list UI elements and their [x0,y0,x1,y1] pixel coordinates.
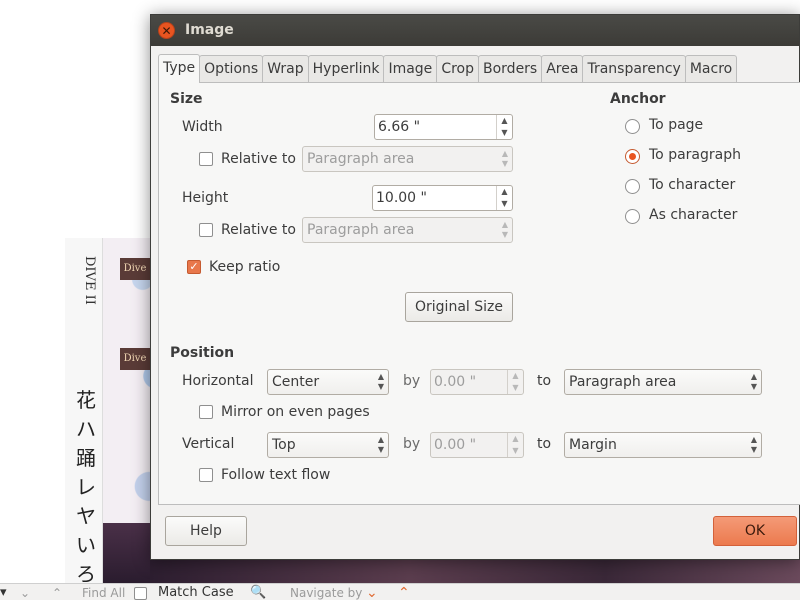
tab-transparency[interactable]: Transparency [582,55,686,82]
horizontal-label: Horizontal [182,373,254,389]
anchor-as-character-radio[interactable] [625,209,640,224]
width-relative-checkbox[interactable] [199,152,213,166]
match-case-label: Match Case [158,585,234,600]
height-relative-combo[interactable]: Paragraph area ▲ ▼ [302,217,513,243]
navigate-by-label: Navigate by [290,586,363,600]
width-relative-label: Relative to [221,151,296,167]
tab-area[interactable]: Area [541,55,584,82]
horizontal-by-value: 0.00 " [434,374,477,390]
image-label-middle: Dive [120,348,150,370]
position-heading: Position [170,345,235,361]
navigate-down-icon[interactable]: ⌄ [366,585,378,600]
dive-logo: DIVE II [82,256,97,305]
mirror-even-pages-label: Mirror on even pages [221,404,370,420]
height-relative-value: Paragraph area [307,222,415,238]
tab-borders[interactable]: Borders [478,55,543,82]
horizontal-by-spinbox[interactable]: 0.00 " ▲ ▼ [430,369,524,395]
horizontal-value: Center [272,374,320,390]
find-next-icon[interactable]: ⌃ [52,585,62,600]
width-spin-arrows-icon[interactable]: ▲ ▼ [496,115,512,139]
match-case-checkbox[interactable] [134,587,147,600]
ok-button[interactable]: OK [713,516,797,546]
height-relative-label: Relative to [221,222,296,238]
image-dialog: ✕ Image Type Options Wrap Hyperlink Imag… [150,14,800,560]
horizontal-to-arrow-icon: ▲ ▼ [750,372,757,391]
vertical-label: Vertical [182,436,235,452]
width-spinbox[interactable]: 6.66 " ▲ ▼ [374,114,513,140]
horizontal-by-label: by [403,373,421,389]
help-button[interactable]: Help [165,516,247,546]
width-relative-value: Paragraph area [307,151,415,167]
keep-ratio-checkbox[interactable]: ✓ [187,260,201,274]
navigate-up-icon[interactable]: ⌃ [398,585,410,600]
tab-options[interactable]: Options [199,55,264,82]
close-icon[interactable]: ✕ [158,22,175,39]
horizontal-to-value: Paragraph area [569,374,677,390]
dialog-titlebar[interactable]: ✕ Image [151,15,799,46]
tab-hyperlink[interactable]: Hyperlink [307,55,385,82]
size-heading: Size [170,91,203,107]
height-relative-arrow-icon: ▲ ▼ [501,220,508,239]
tab-macro[interactable]: Macro [684,55,738,82]
vertical-char: 花 [76,388,96,412]
horizontal-arrow-icon: ▲ ▼ [377,372,384,391]
vertical-char: ハ [76,417,96,441]
tab-crop[interactable]: Crop [436,55,479,82]
vertical-to-label: to [537,436,552,452]
vertical-by-value: 0.00 " [434,437,477,453]
vertical-char: い [76,533,96,557]
vertical-char: レ [76,475,96,499]
anchor-to-character-radio[interactable] [625,179,640,194]
anchor-to-page-label: To page [649,117,704,133]
height-value: 10.00 " [376,190,427,206]
vertical-value: Top [272,437,296,453]
mirror-even-pages-checkbox[interactable] [199,405,213,419]
vertical-by-label: by [403,436,421,452]
vertical-char: ヤ [76,504,96,528]
horizontal-to-combo[interactable]: Paragraph area ▲ ▼ [564,369,762,395]
vertical-arrow-icon: ▲ ▼ [377,435,384,454]
anchor-to-page-radio[interactable] [625,119,640,134]
tab-type[interactable]: Type [158,54,201,83]
vertical-to-arrow-icon: ▲ ▼ [750,435,757,454]
tab-bar: Type Options Wrap Hyperlink Image Crop B… [158,54,738,83]
vertical-char: 踊 [76,446,96,470]
width-value: 6.66 " [378,119,421,135]
anchor-as-character-label: As character [649,207,738,223]
follow-text-flow-checkbox[interactable] [199,468,213,482]
height-relative-checkbox[interactable] [199,223,213,237]
width-label: Width [182,119,223,135]
horizontal-to-label: to [537,373,552,389]
horizontal-combo[interactable]: Center ▲ ▼ [267,369,389,395]
find-replace-icon[interactable]: 🔍 [250,585,266,600]
find-dropdown-arrow-icon[interactable]: ▾ [0,585,7,600]
vertical-to-combo[interactable]: Margin ▲ ▼ [564,432,762,458]
find-all-button[interactable]: Find All [82,585,125,600]
find-toolbar: ▾ ⌄ ⌃ Find All Match Case 🔍 Navigate by … [0,583,800,600]
vertical-to-value: Margin [569,437,617,453]
find-previous-icon[interactable]: ⌄ [20,585,30,600]
vertical-by-spinbox[interactable]: 0.00 " ▲ ▼ [430,432,524,458]
height-spin-arrows-icon[interactable]: ▲ ▼ [496,186,512,210]
dialog-title: Image [185,22,234,38]
vertical-japanese-text: 花 ハ 踊 レ ヤ い ろ は [73,386,99,583]
anchor-to-paragraph-label: To paragraph [649,147,741,163]
height-spinbox[interactable]: 10.00 " ▲ ▼ [372,185,513,211]
image-label-top: Dive [120,258,150,280]
vertical-by-arrows-icon[interactable]: ▲ ▼ [507,433,523,457]
horizontal-by-arrows-icon[interactable]: ▲ ▼ [507,370,523,394]
height-label: Height [182,190,229,206]
width-relative-arrow-icon: ▲ ▼ [501,149,508,168]
width-relative-combo[interactable]: Paragraph area ▲ ▼ [302,146,513,172]
anchor-to-paragraph-radio[interactable] [625,149,640,164]
vertical-char: ろ [76,562,96,583]
vertical-combo[interactable]: Top ▲ ▼ [267,432,389,458]
tab-wrap[interactable]: Wrap [262,55,309,82]
original-size-button[interactable]: Original Size [405,292,513,322]
keep-ratio-label: Keep ratio [209,259,281,275]
follow-text-flow-label: Follow text flow [221,467,331,483]
tab-image[interactable]: Image [383,55,438,82]
anchor-heading: Anchor [610,91,666,107]
anchor-to-character-label: To character [649,177,736,193]
